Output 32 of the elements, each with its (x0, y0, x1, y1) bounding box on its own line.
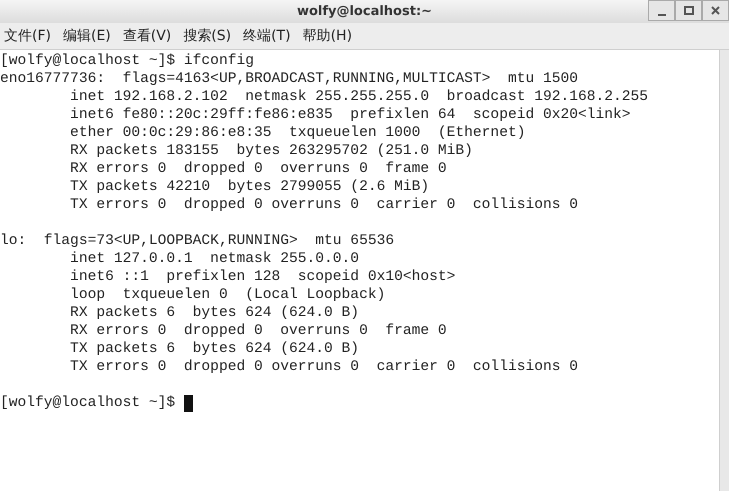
terminal-line: RX errors 0 dropped 0 overruns 0 frame 0 (69, 160, 447, 178)
minimize-icon (658, 14, 666, 16)
terminal-line: lo: flags=73<UP,LOOPBACK,RUNNING> mtu 65536 (0, 232, 394, 250)
terminal-line: inet6 ::1 prefixlen 128 scopeid 0x10<host> (69, 268, 456, 286)
menu-item[interactable]: 文件(F) (4, 26, 51, 46)
menu-item[interactable]: 帮助(H) (302, 26, 352, 46)
maximize-button[interactable] (675, 0, 702, 21)
terminal-line: [wolfy@localhost ~]$ (0, 394, 176, 412)
terminal-line: TX packets 42210 bytes 2799055 (2.6 MiB) (69, 178, 430, 196)
terminal-line: inet 127.0.0.1 netmask 255.0.0.0 (69, 250, 360, 268)
close-icon (711, 6, 720, 15)
terminal-line: [wolfy@localhost ~]$ ifconfig (0, 52, 254, 70)
menu-item[interactable]: 编辑(E) (62, 26, 111, 46)
minimize-button[interactable] (648, 0, 675, 21)
menu-item[interactable]: 搜索(S) (183, 26, 232, 46)
terminal-line: TX errors 0 dropped 0 overruns 0 carrier 0 collisions 0 (69, 196, 578, 214)
terminal-line: eno16777736: flags=4163<UP,BROADCAST,RUNNING,MULTICAST> mtu 1500 (0, 70, 578, 88)
terminal-line: inet 192.168.2.102 netmask 255.255.255.0 broadcast 192.168.2.255 (69, 88, 648, 106)
menu-item[interactable]: 查看(V) (122, 26, 172, 46)
scrollbar[interactable] (719, 50, 729, 491)
maximize-icon (684, 6, 694, 15)
terminal-line: RX packets 183155 bytes 263295702 (251.0 MiB) (69, 142, 473, 160)
window-title: wolfy@localhost:~ (296, 2, 432, 21)
menu-item[interactable]: 终端(T) (243, 26, 291, 46)
terminal-line: loop txqueuelen 0 (Local Loopback) (69, 286, 386, 304)
terminal-line: RX packets 6 bytes 624 (624.0 B) (69, 304, 360, 322)
terminal-line: RX errors 0 dropped 0 overruns 0 frame 0 (69, 322, 447, 340)
terminal-line: TX errors 0 dropped 0 overruns 0 carrier 0 collisions 0 (69, 358, 578, 376)
terminal-line: TX packets 6 bytes 624 (624.0 B) (69, 340, 360, 358)
close-button[interactable] (702, 0, 729, 21)
terminal-line: ether 00:0c:29:86:e8:35 txqueuelen 1000 (Ethernet) (69, 124, 526, 142)
terminal-line: inet6 fe80::20c:29ff:fe86:e835 prefixlen 64 scopeid 0x20<link> (69, 106, 631, 124)
